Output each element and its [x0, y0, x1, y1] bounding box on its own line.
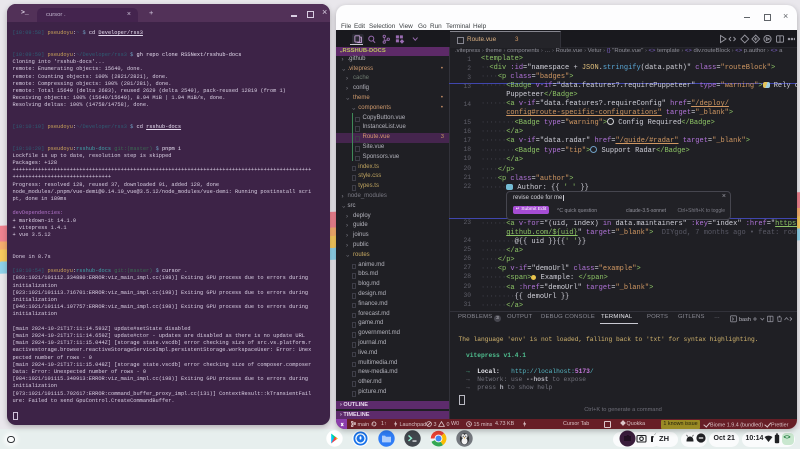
svg-text:bash: bash [739, 317, 751, 323]
